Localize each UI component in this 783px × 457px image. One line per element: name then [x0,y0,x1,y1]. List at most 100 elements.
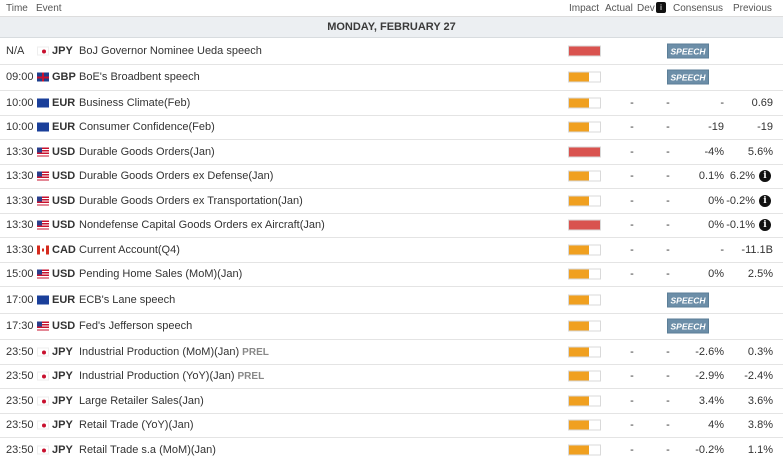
dev-info-icon[interactable]: i [656,2,666,13]
impact-fill [569,445,590,455]
currency-code: EUR [52,293,76,306]
header-dev[interactable]: Dev [637,3,655,14]
table-row[interactable]: 23:50 JPY Retail Trade (YoY)(Jan) - -4% 3.8% [0,414,783,438]
actual-value: - [630,194,634,207]
event-name[interactable]: Retail Trade (YoY)(Jan) [79,419,194,431]
table-row[interactable]: 17:00 EUR ECB's Lane speech SPEECH [0,287,783,314]
event-name[interactable]: Nondefense Capital Goods Orders ex Aircr… [79,219,325,231]
table-row[interactable]: 13:30 CAD Current Account(Q4) - - - -11.1B [0,238,783,263]
previous-value: -0.1% [726,219,755,232]
consensus-value: 3.4% [698,394,724,407]
event-name[interactable]: BoJ Governor Nominee Ueda speech [79,45,262,57]
event-name[interactable]: Industrial Production (YoY)(Jan) PREL [79,370,264,382]
currency-code: USD [52,268,76,281]
impact-fill [569,220,600,230]
table-row[interactable]: 23:50 JPY Industrial Production (MoM)(Jan)… [0,340,783,365]
event-label[interactable]: Fed's Jefferson speech [79,320,192,332]
table-row[interactable]: N/A JPY BoJ Governor Nominee Ueda speech SP… [0,38,783,65]
table-row[interactable]: 09:00 GBP BoE's Broadbent speech SPEECH [0,65,783,91]
previous-value: 5.6% [747,145,773,158]
event-time: 13:30 [6,243,34,256]
event-label[interactable]: BoE's Broadbent speech [79,71,200,83]
eur-flag-icon [37,295,49,305]
table-row[interactable]: 13:30 USD Durable Goods Orders ex Defense(… [0,165,783,189]
event-name[interactable]: Retail Trade s.a (MoM)(Jan) [79,444,216,456]
header-event[interactable]: Event [36,3,62,14]
impact-fill [569,72,590,82]
event-label[interactable]: Durable Goods Orders(Jan) [79,146,215,158]
event-label[interactable]: Large Retailer Sales(Jan) [79,395,204,407]
info-icon[interactable]: i [759,219,771,232]
table-row[interactable]: 13:30 USD Nondefense Capital Goods Orders … [0,214,783,238]
event-name[interactable]: Durable Goods Orders ex Defense(Jan) [79,170,273,182]
impact-bar [568,170,601,182]
usd-flag-icon [37,171,49,181]
speech-badge[interactable]: SPEECH [667,69,709,85]
event-label[interactable]: ECB's Lane speech [79,294,175,306]
table-row[interactable]: 15:00 USD Pending Home Sales (MoM)(Jan) - -0… [0,263,783,287]
impact-bar [568,294,601,306]
header-consensus[interactable]: Consensus [673,3,723,14]
header-impact[interactable]: Impact [569,3,599,14]
event-time: 13:30 [6,170,34,183]
table-row[interactable]: 10:00 EUR Consumer Confidence(Feb) - - -19 -19 [0,116,783,140]
event-label[interactable]: Business Climate(Feb) [79,97,190,109]
event-name[interactable]: Industrial Production (MoM)(Jan) PREL [79,346,269,358]
event-label[interactable]: Durable Goods Orders ex Transportation(J… [79,195,303,207]
info-icon[interactable]: i [759,170,771,183]
impact-fill [569,321,590,331]
event-name[interactable]: Fed's Jefferson speech [79,320,192,332]
currency-code: EUR [52,96,76,109]
event-label[interactable]: Pending Home Sales (MoM)(Jan) [79,268,242,280]
currency-code: EUR [52,121,76,134]
previous-value: -19 [757,121,773,134]
previous-value: 0.3% [747,345,773,358]
table-row[interactable]: 13:30 USD Durable Goods Orders(Jan) - - -4% 5.… [0,140,783,165]
table-row[interactable]: 10:00 EUR Business Climate(Feb) - - -0.69 [0,91,783,116]
event-label[interactable]: Consumer Confidence(Feb) [79,121,215,133]
header-time[interactable]: Time [6,3,28,14]
event-time: 23:50 [6,345,34,358]
table-row[interactable]: 23:50 JPY Large Retailer Sales(Jan) - -3.4% 3… [0,389,783,414]
header-actual[interactable]: Actual [605,3,633,14]
event-name[interactable]: Pending Home Sales (MoM)(Jan) [79,268,242,280]
previous-value: -11.1B [741,243,773,256]
speech-badge[interactable]: SPEECH [667,43,709,59]
event-name[interactable]: Durable Goods Orders ex Transportation(J… [79,195,303,207]
event-name[interactable]: ECB's Lane speech [79,294,175,306]
previous-value: 3.6% [747,394,773,407]
event-label[interactable]: Durable Goods Orders ex Defense(Jan) [79,170,273,182]
event-label[interactable]: Retail Trade s.a (MoM)(Jan) [79,444,216,456]
info-icon[interactable]: i [759,194,771,207]
event-rows: N/A JPY BoJ Governor Nominee Ueda speech SP… [0,38,783,457]
event-time: 10:00 [6,121,34,134]
table-row[interactable]: 23:50 JPY Retail Trade s.a (MoM)(Jan) - - -0.… [0,438,783,457]
event-name[interactable]: BoE's Broadbent speech [79,71,200,83]
speech-badge[interactable]: SPEECH [667,318,709,334]
table-row[interactable]: 13:30 USD Durable Goods Orders ex Transpor… [0,189,783,214]
eur-flag-icon [37,122,49,132]
table-header: Time Event Impact Actual Dev i Consensus… [0,0,783,17]
event-name[interactable]: Business Climate(Feb) [79,97,190,109]
actual-value: - [630,243,634,256]
impact-bar [568,320,601,332]
event-label[interactable]: BoJ Governor Nominee Ueda speech [79,45,262,57]
consensus-value: - [720,96,724,109]
event-label[interactable]: Current Account(Q4) [79,244,180,256]
table-row[interactable]: 17:30 USD Fed's Jefferson speech SPEECH [0,314,783,340]
speech-badge[interactable]: SPEECH [667,292,709,308]
event-name[interactable]: Durable Goods Orders(Jan) [79,146,215,158]
header-previous[interactable]: Previous [733,3,772,14]
currency-code: JPY [52,370,73,383]
event-label[interactable]: Industrial Production (MoM)(Jan) [79,346,239,358]
event-name[interactable]: Large Retailer Sales(Jan) [79,395,204,407]
event-label[interactable]: Retail Trade (YoY)(Jan) [79,419,194,431]
jpy-flag-icon [37,420,49,430]
event-label[interactable]: Industrial Production (YoY)(Jan) [79,370,235,382]
event-name[interactable]: Current Account(Q4) [79,244,180,256]
impact-bar [568,346,601,358]
event-time: 10:00 [6,96,34,109]
event-name[interactable]: Consumer Confidence(Feb) [79,121,215,133]
event-label[interactable]: Nondefense Capital Goods Orders ex Aircr… [79,219,325,231]
table-row[interactable]: 23:50 JPY Industrial Production (YoY)(Jan)… [0,365,783,389]
